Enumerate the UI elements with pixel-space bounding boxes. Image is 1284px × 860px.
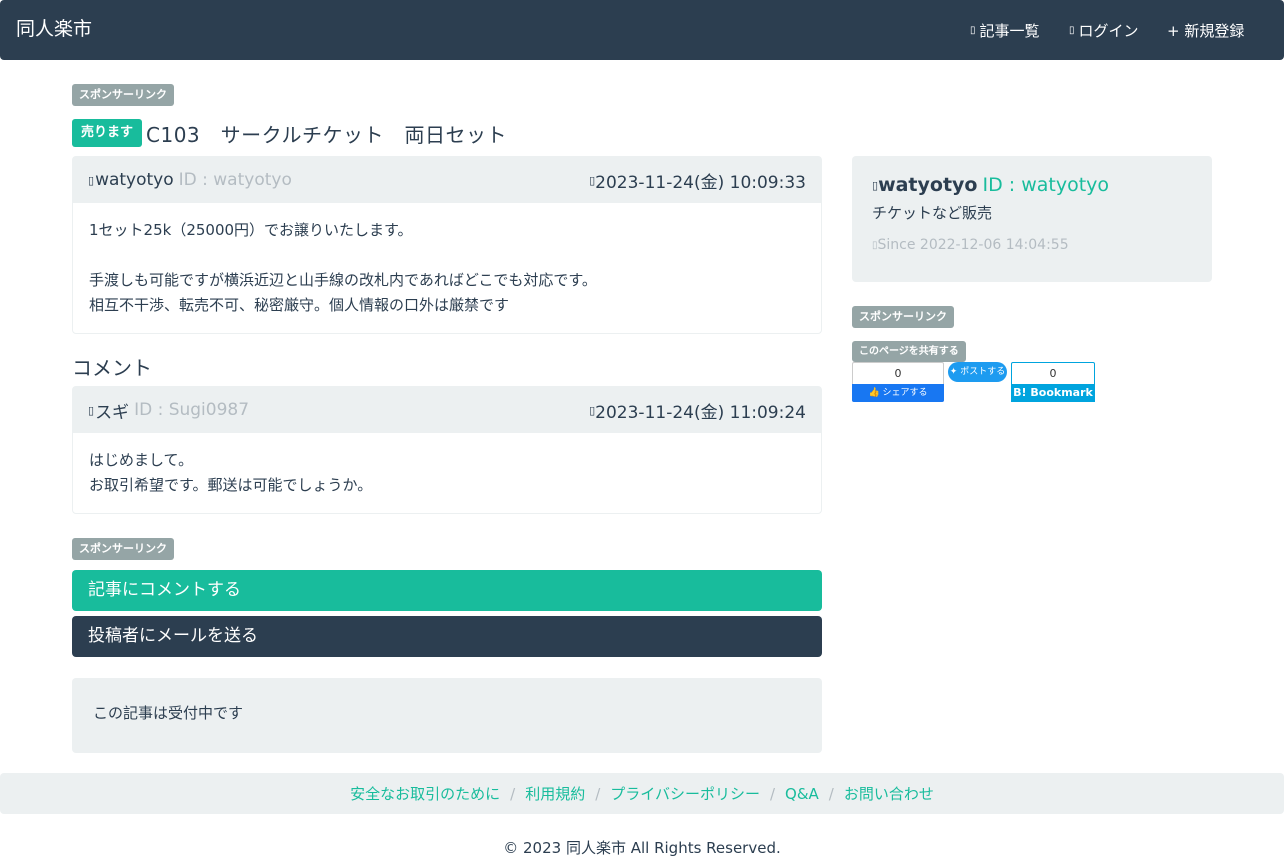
footer-link-faq[interactable]: Q&A bbox=[785, 785, 819, 803]
comment-date: ▯ 2023-11-24(金) 11:09:24 bbox=[589, 398, 806, 423]
post-body-line: 1セット25k（25000円）でお譲りいたします。 bbox=[89, 221, 413, 239]
profile-since-text: Since 2022-12-06 14:04:55 bbox=[877, 237, 1069, 253]
footer-links: 安全なお取引のために / 利用規約 / プライバシーポリシー / Q&A / お… bbox=[0, 773, 1284, 814]
footer-separator: / bbox=[828, 784, 834, 803]
nav-register[interactable]: + 新規登録 bbox=[1167, 20, 1244, 42]
footer-link-contact[interactable]: お問い合わせ bbox=[844, 783, 934, 804]
profile-name-row: ▯ watyotyo ID : watyotyo bbox=[872, 174, 1192, 196]
footer-separator: / bbox=[510, 784, 516, 803]
post-date: ▯ 2023-11-24(金) 10:09:33 bbox=[589, 168, 806, 193]
nav-article-list[interactable]: ▯ 記事一覧 bbox=[970, 20, 1040, 42]
facebook-share-count: 0 bbox=[894, 367, 902, 380]
post-author-name[interactable]: watyotyo bbox=[95, 170, 174, 190]
sponsor-link-badge: スポンサーリンク bbox=[72, 538, 174, 560]
comment-date-text: 2023-11-24(金) 11:09:24 bbox=[595, 402, 806, 423]
comment-author-name[interactable]: スギ bbox=[95, 398, 129, 423]
site-brand[interactable]: 同人楽市 bbox=[16, 17, 92, 41]
comment-card: ▯ スギ ID : Sugi0987 ▯ 2023-11-24(金) 11:09… bbox=[72, 386, 822, 514]
sponsor-link-badge: スポンサーリンク bbox=[852, 306, 954, 328]
facebook-share-label: 👍 シェアする bbox=[852, 384, 944, 402]
share-page-badge: このページを共有する bbox=[852, 341, 966, 362]
post-title: C103 サークルチケット 両日セット bbox=[146, 122, 508, 147]
post-card-header: ▯ watyotyo ID : watyotyo ▯ 2023-11-24(金)… bbox=[73, 157, 821, 203]
profile-description: チケットなど販売 bbox=[872, 204, 993, 222]
post-card: ▯ watyotyo ID : watyotyo ▯ 2023-11-24(金)… bbox=[72, 156, 822, 334]
comment-author: ▯ スギ ID : Sugi0987 bbox=[88, 398, 249, 423]
user-icon: ▯ bbox=[88, 173, 95, 187]
facebook-share-button[interactable]: 0 👍 シェアする bbox=[852, 362, 944, 402]
nav-register-label: + 新規登録 bbox=[1167, 22, 1245, 40]
twitter-share-label: ポストする bbox=[960, 367, 1006, 377]
send-mail-button[interactable]: 投稿者にメールを送る bbox=[72, 616, 822, 657]
user-icon: ▯ bbox=[88, 403, 95, 417]
post-body-blank-line bbox=[89, 243, 805, 268]
comment-body-line: はじめまして。 bbox=[89, 451, 194, 469]
footer-separator: / bbox=[595, 784, 601, 803]
footer-separator: / bbox=[769, 784, 776, 803]
footer-link-privacy[interactable]: プライバシーポリシー bbox=[610, 783, 760, 804]
twitter-bird-icon: ✦ bbox=[949, 367, 958, 377]
comment-on-post-button[interactable]: 記事にコメントする bbox=[72, 570, 822, 611]
post-date-text: 2023-11-24(金) 10:09:33 bbox=[595, 172, 806, 193]
post-status-message: この記事は受付中です bbox=[72, 678, 822, 753]
nav-login-label: ログイン bbox=[1078, 22, 1139, 40]
author-profile-card: ▯ watyotyo ID : watyotyo チケットなど販売 ▯ Sinc… bbox=[852, 156, 1212, 282]
sell-status-badge: 売ります bbox=[72, 119, 143, 147]
twitter-share-button[interactable]: ✦ ポストする bbox=[948, 362, 1007, 382]
nav-login[interactable]: ▯ ログイン bbox=[1069, 20, 1139, 42]
comment-body-line: お取引希望です。郵送は可能でしょうか。 bbox=[89, 476, 373, 494]
post-body: 1セット25k（25000円）でお譲りいたします。 手渡しも可能ですが横浜近辺と… bbox=[73, 203, 821, 333]
hatena-bookmark-label: B! Bookmark bbox=[1011, 384, 1095, 402]
profile-id[interactable]: ID : watyotyo bbox=[982, 174, 1109, 196]
top-navbar: 同人楽市 ▯ 記事一覧 ▯ ログイン + 新規登録 bbox=[0, 0, 1284, 60]
comment-body: はじめまして。 お取引希望です。郵送は可能でしょうか。 bbox=[73, 433, 821, 513]
post-author: ▯ watyotyo ID : watyotyo bbox=[88, 170, 292, 190]
hatena-bookmark-button[interactable]: 0 B! Bookmark bbox=[1011, 362, 1095, 402]
post-title-row: 売ります C103 サークルチケット 両日セット bbox=[72, 118, 507, 148]
comment-author-id: ID : Sugi0987 bbox=[134, 400, 250, 420]
post-body-line: 手渡しも可能ですが横浜近辺と山手線の改札内であればどこでも対応です。 bbox=[89, 271, 597, 289]
post-body-line: 相互不干渉、転売不可、秘密厳守。個人情報の口外は厳禁です bbox=[89, 296, 510, 314]
comment-card-header: ▯ スギ ID : Sugi0987 ▯ 2023-11-24(金) 11:09… bbox=[73, 387, 821, 433]
hatena-bookmark-count: 0 bbox=[1049, 367, 1057, 380]
sponsor-link-badge: スポンサーリンク bbox=[72, 84, 174, 106]
nav-article-list-label: 記事一覧 bbox=[979, 22, 1040, 40]
list-icon: ▯ bbox=[970, 25, 976, 36]
post-author-id: ID : watyotyo bbox=[178, 170, 292, 190]
footer-link-terms[interactable]: 利用規約 bbox=[525, 783, 585, 804]
footer-link-safety[interactable]: 安全なお取引のために bbox=[350, 783, 500, 804]
facebook-share-text: シェアする bbox=[882, 388, 928, 398]
login-icon: ▯ bbox=[1069, 25, 1075, 36]
profile-name[interactable]: watyotyo bbox=[878, 174, 977, 196]
comments-heading: コメント bbox=[72, 356, 152, 380]
copyright-text: © 2023 同人楽市 All Rights Reserved. bbox=[503, 839, 781, 857]
thumbs-up-icon: 👍 bbox=[868, 388, 880, 398]
profile-since: ▯ Since 2022-12-06 14:04:55 bbox=[872, 237, 1192, 253]
